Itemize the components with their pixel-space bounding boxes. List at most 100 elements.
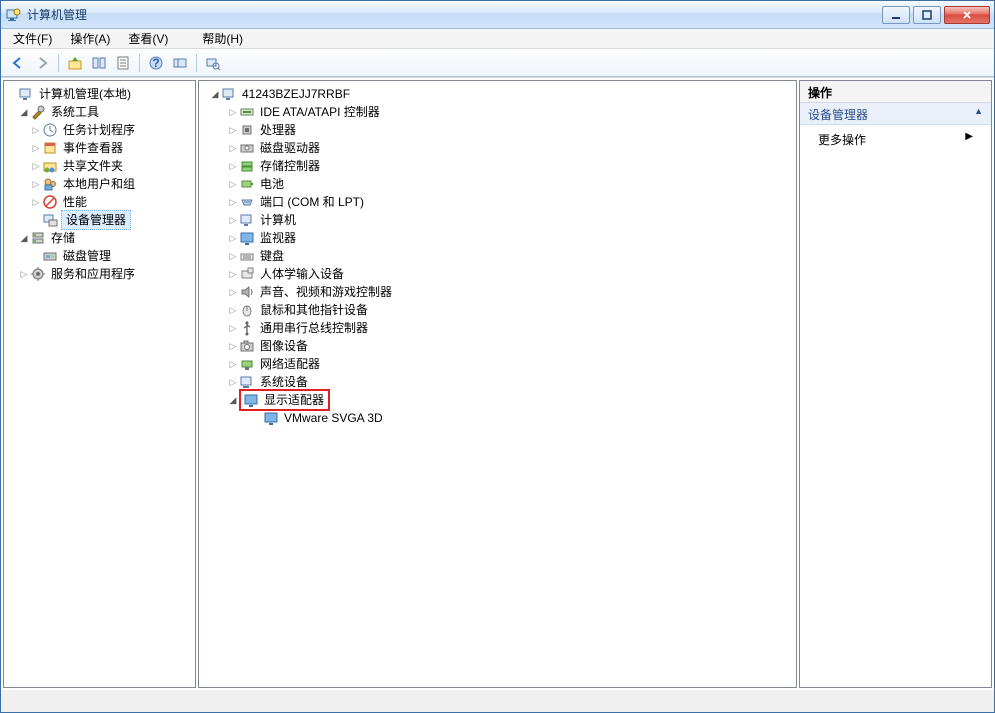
cpu-icon <box>239 122 255 138</box>
device-imaging[interactable]: 图像设备 <box>209 337 794 355</box>
tree-shared-folders[interactable]: 共享文件夹 <box>6 157 193 175</box>
event-icon <box>42 140 58 156</box>
expand-icon[interactable] <box>227 337 239 355</box>
view-mode-button[interactable] <box>169 52 191 74</box>
properties-button[interactable] <box>112 52 134 74</box>
device-keyboards[interactable]: 键盘 <box>209 247 794 265</box>
expand-icon[interactable] <box>18 103 30 121</box>
expand-icon[interactable] <box>227 265 239 283</box>
close-button[interactable] <box>944 6 990 24</box>
device-computers[interactable]: 计算机 <box>209 211 794 229</box>
computer-mgmt-icon <box>18 86 34 102</box>
separator <box>196 54 197 72</box>
expand-icon[interactable] <box>227 121 239 139</box>
device-disk-drive[interactable]: 磁盘驱动器 <box>209 139 794 157</box>
device-monitors[interactable]: 监视器 <box>209 229 794 247</box>
menu-view[interactable]: 查看(V) <box>120 28 176 49</box>
expand-icon[interactable] <box>227 247 239 265</box>
main-area: 计算机管理(本地) 系统工具 任务计划程序 事件查看器 共享文件夹 本地用户和组… <box>1 77 994 690</box>
device-ide[interactable]: IDE ATA/ATAPI 控制器 <box>209 103 794 121</box>
display-icon <box>243 392 259 408</box>
expand-icon[interactable] <box>227 139 239 157</box>
up-button[interactable] <box>64 52 86 74</box>
menu-action[interactable]: 操作(A) <box>62 28 118 49</box>
expand-icon[interactable] <box>227 103 239 121</box>
device-usb[interactable]: 通用串行总线控制器 <box>209 319 794 337</box>
expand-icon[interactable] <box>227 301 239 319</box>
window: 计算机管理 文件(F) 操作(A) 查看(V) 帮助(H) ? 计算机管理( <box>0 0 995 713</box>
tree-event-viewer[interactable]: 事件查看器 <box>6 139 193 157</box>
actions-header: 操作 <box>800 81 991 103</box>
expand-icon[interactable] <box>227 157 239 175</box>
storage-icon <box>30 230 46 246</box>
toolbar: ? <box>1 49 994 77</box>
expand-icon[interactable] <box>209 85 221 103</box>
expand-icon[interactable] <box>227 373 239 391</box>
expand-icon[interactable] <box>30 157 42 175</box>
expand-icon[interactable] <box>18 229 30 247</box>
expand-icon[interactable] <box>30 193 42 211</box>
storage-ctrl-icon <box>239 158 255 174</box>
tree-storage[interactable]: 存储 <box>6 229 193 247</box>
device-network[interactable]: 网络适配器 <box>209 355 794 373</box>
titlebar[interactable]: 计算机管理 <box>1 1 994 29</box>
expand-icon[interactable] <box>227 391 239 409</box>
device-mgr-icon <box>42 212 58 228</box>
tree-disk-management[interactable]: 磁盘管理 <box>6 247 193 265</box>
expand-icon[interactable] <box>227 229 239 247</box>
separator <box>139 54 140 72</box>
device-battery[interactable]: 电池 <box>209 175 794 193</box>
help-button[interactable]: ? <box>145 52 167 74</box>
device-computer[interactable]: 41243BZEJJ7RRBF <box>209 85 794 103</box>
shared-folder-icon <box>42 158 58 174</box>
forward-button[interactable] <box>31 52 53 74</box>
mouse-icon <box>239 302 255 318</box>
expand-icon[interactable] <box>30 175 42 193</box>
expand-icon[interactable] <box>227 355 239 373</box>
minimize-button[interactable] <box>882 6 910 24</box>
more-actions-link[interactable]: 更多操作 ▶ <box>800 125 991 154</box>
expand-icon[interactable] <box>227 175 239 193</box>
device-mouse[interactable]: 鼠标和其他指针设备 <box>209 301 794 319</box>
expand-icon[interactable] <box>30 139 42 157</box>
users-icon <box>42 176 58 192</box>
device-ports[interactable]: 端口 (COM 和 LPT) <box>209 193 794 211</box>
maximize-button[interactable] <box>913 6 941 24</box>
tree-services[interactable]: 服务和应用程序 <box>6 265 193 283</box>
menu-file[interactable]: 文件(F) <box>5 28 60 49</box>
device-sound[interactable]: 声音、视频和游戏控制器 <box>209 283 794 301</box>
statusbar <box>1 690 994 712</box>
expand-icon[interactable] <box>227 283 239 301</box>
actions-section[interactable]: 设备管理器 ▲ <box>800 103 991 125</box>
window-buttons <box>882 6 990 24</box>
tree-task-scheduler[interactable]: 任务计划程序 <box>6 121 193 139</box>
expand-icon[interactable] <box>18 265 30 283</box>
tree-system-tools[interactable]: 系统工具 <box>6 103 193 121</box>
menu-help[interactable]: 帮助(H) <box>194 28 251 49</box>
expand-icon[interactable] <box>227 211 239 229</box>
network-icon <box>239 356 255 372</box>
device-hid[interactable]: 人体学输入设备 <box>209 265 794 283</box>
expand-icon[interactable] <box>227 319 239 337</box>
pane-left[interactable]: 计算机管理(本地) 系统工具 任务计划程序 事件查看器 共享文件夹 本地用户和组… <box>3 80 196 688</box>
expand-icon[interactable] <box>30 121 42 139</box>
device-vmware-svga[interactable]: VMware SVGA 3D <box>209 409 794 427</box>
tree-local-users[interactable]: 本地用户和组 <box>6 175 193 193</box>
collapse-icon[interactable]: ▲ <box>974 106 983 121</box>
monitor-icon <box>239 230 255 246</box>
menubar: 文件(F) 操作(A) 查看(V) 帮助(H) <box>1 29 994 49</box>
arrow-icon: ▶ <box>965 131 973 148</box>
back-button[interactable] <box>7 52 29 74</box>
hid-icon <box>239 266 255 282</box>
scan-button[interactable] <box>202 52 224 74</box>
tree-performance[interactable]: 性能 <box>6 193 193 211</box>
show-console-button[interactable] <box>88 52 110 74</box>
more-actions-label: 更多操作 <box>818 131 866 148</box>
expand-icon[interactable] <box>227 193 239 211</box>
device-storage-ctrl[interactable]: 存储控制器 <box>209 157 794 175</box>
tree-root[interactable]: 计算机管理(本地) <box>6 85 193 103</box>
tree-device-manager[interactable]: 设备管理器 <box>6 211 193 229</box>
pane-center[interactable]: 41243BZEJJ7RRBF IDE ATA/ATAPI 控制器 处理器 磁盘… <box>198 80 797 688</box>
device-cpu[interactable]: 处理器 <box>209 121 794 139</box>
device-display[interactable]: 显示适配器 <box>209 391 794 409</box>
